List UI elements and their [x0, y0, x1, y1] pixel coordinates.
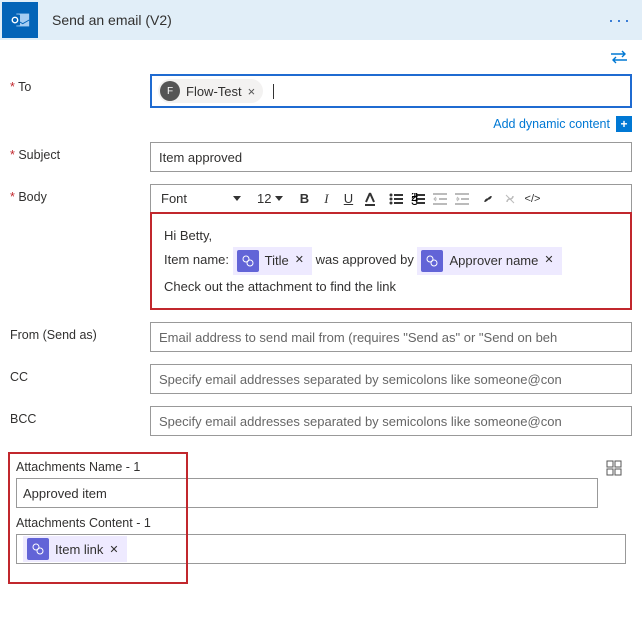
remove-chip-icon[interactable]: × [248, 84, 256, 99]
to-input[interactable]: F Flow-Test × [150, 74, 632, 108]
avatar: F [160, 81, 180, 101]
label-subject: Subject [10, 142, 150, 162]
recipient-name: Flow-Test [186, 84, 242, 99]
label-from: From (Send as) [10, 322, 150, 342]
label-bcc: BCC [10, 406, 150, 426]
dynamic-token-itemlink[interactable]: Item link ✕ [23, 536, 127, 562]
sharepoint-icon [421, 250, 443, 272]
dynamic-token-title[interactable]: Title ✕ [233, 247, 312, 274]
outlook-icon [2, 2, 38, 38]
subject-input[interactable] [150, 142, 632, 172]
label-cc: CC [10, 364, 150, 384]
font-size-select[interactable]: 12 [253, 189, 287, 209]
recipient-chip[interactable]: F Flow-Test × [158, 79, 263, 103]
attachments-content-label: Attachments Content - 1 [16, 516, 626, 530]
swap-icon[interactable] [0, 40, 642, 70]
bold-button[interactable]: B [295, 189, 313, 209]
dynamic-content-badge-icon[interactable]: + [616, 116, 632, 132]
body-line: Item name: Title ✕ was approved by Appro… [164, 247, 618, 274]
indent-button[interactable] [453, 189, 471, 209]
body-editor[interactable]: Hi Betty, Item name: Title ✕ was approve… [150, 212, 632, 310]
remove-token-icon[interactable]: ✕ [544, 251, 553, 271]
card-title: Send an email (V2) [52, 12, 608, 28]
bullet-list-button[interactable] [387, 189, 405, 209]
text-caret [273, 84, 274, 99]
remove-token-icon[interactable]: ✕ [109, 543, 118, 556]
italic-button[interactable]: I [317, 189, 335, 209]
attachments-content-input[interactable]: Item link ✕ [16, 534, 626, 564]
code-view-button[interactable]: </> [523, 189, 541, 209]
attachments-name-label: Attachments Name - 1 [16, 460, 598, 474]
card-header: Send an email (V2) ··· [0, 0, 642, 40]
font-family-select[interactable]: Font [157, 189, 245, 209]
attachments-name-input[interactable] [16, 478, 598, 508]
from-input[interactable] [150, 322, 632, 352]
sharepoint-icon [27, 538, 49, 560]
add-dynamic-content-link[interactable]: Add dynamic content [493, 117, 610, 131]
label-to: To [10, 74, 150, 94]
link-button[interactable] [479, 189, 497, 209]
attachments-section: Attachments Name - 1 Attachments Content… [10, 454, 632, 570]
underline-button[interactable]: U [339, 189, 357, 209]
dynamic-token-approver[interactable]: Approver name ✕ [417, 247, 561, 274]
label-body: Body [10, 184, 150, 204]
number-list-button[interactable]: 123 [409, 189, 427, 209]
unlink-button[interactable] [501, 189, 519, 209]
rich-text-toolbar: Font 12 B I U 123 </> [151, 185, 631, 213]
color-button[interactable] [361, 189, 379, 209]
body-line: Hi Betty, [164, 224, 618, 247]
cc-input[interactable] [150, 364, 632, 394]
sharepoint-icon [237, 250, 259, 272]
switch-array-icon[interactable] [606, 460, 626, 479]
outdent-button[interactable] [431, 189, 449, 209]
bcc-input[interactable] [150, 406, 632, 436]
more-menu-button[interactable]: ··· [608, 10, 632, 31]
remove-token-icon[interactable]: ✕ [295, 251, 304, 271]
body-line: Check out the attachment to find the lin… [164, 275, 618, 298]
